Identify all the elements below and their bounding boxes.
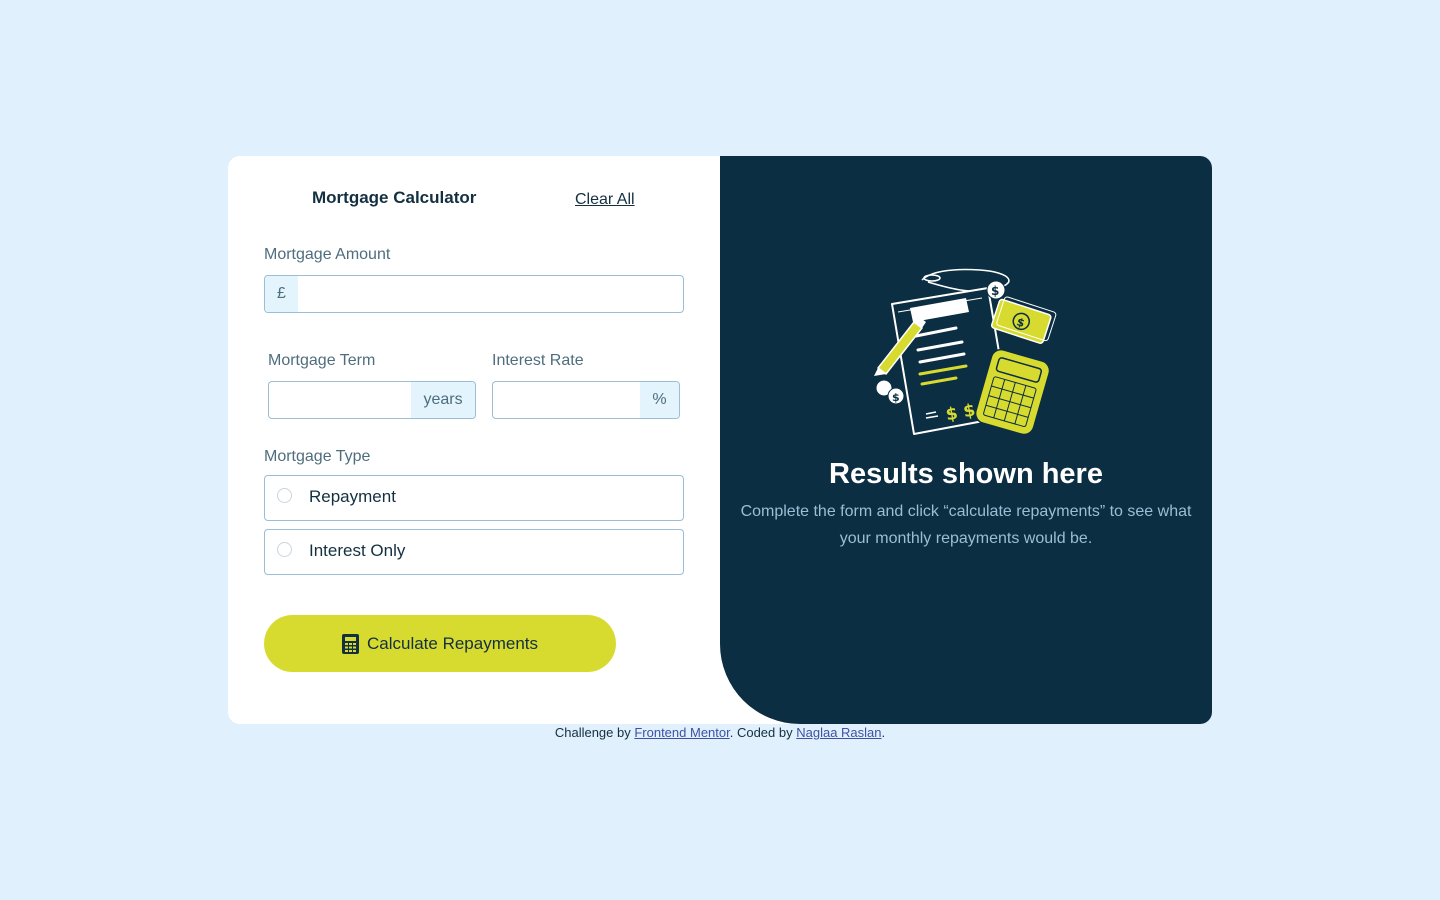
interest-rate-input[interactable] bbox=[493, 382, 640, 418]
attribution: Challenge by Frontend Mentor. Coded by N… bbox=[0, 724, 1440, 742]
clear-all-link[interactable]: Clear All bbox=[575, 188, 635, 212]
results-panel: $ $ $ $ $ $ Results shown here Complete … bbox=[720, 156, 1212, 724]
repayment-radio[interactable] bbox=[277, 488, 292, 503]
attribution-prefix: Challenge by bbox=[554, 725, 635, 740]
mortgage-term-label: Mortgage Term bbox=[268, 352, 376, 369]
radio-option-repayment[interactable]: Repayment bbox=[264, 475, 684, 521]
results-description: Complete the form and click “calculate r… bbox=[740, 503, 1192, 547]
attribution-suffix: . bbox=[881, 725, 886, 740]
interest-only-label: Interest Only bbox=[309, 541, 406, 560]
form-panel: Mortgage Calculator Clear All Mortgage A… bbox=[228, 156, 720, 724]
calculator-icon bbox=[341, 633, 359, 654]
mortgage-amount-input[interactable] bbox=[298, 276, 683, 312]
svg-text:$: $ bbox=[991, 284, 999, 298]
calculate-repayments-label: Calculate Repayments bbox=[366, 633, 539, 653]
currency-unit: £ bbox=[265, 276, 298, 312]
percent-unit: % bbox=[640, 382, 679, 418]
interest-only-radio[interactable] bbox=[277, 542, 292, 557]
results-title: Results shown here bbox=[829, 458, 1103, 490]
frontend-mentor-link[interactable]: Frontend Mentor bbox=[634, 725, 729, 740]
years-unit: years bbox=[411, 382, 475, 418]
attribution-middle: . Coded by bbox=[729, 725, 797, 740]
mortgage-amount-label: Mortgage Amount bbox=[264, 246, 391, 263]
mortgage-amount-field: £ bbox=[264, 275, 684, 313]
form-title: Mortgage Calculator bbox=[312, 188, 477, 207]
radio-option-interest-only[interactable]: Interest Only bbox=[264, 529, 684, 575]
calculator-card: Mortgage Calculator Clear All Mortgage A… bbox=[228, 156, 1212, 724]
interest-rate-field: % bbox=[492, 381, 680, 419]
repayment-label: Repayment bbox=[309, 487, 396, 506]
author-link[interactable]: Naglaa Raslan bbox=[796, 725, 881, 740]
interest-rate-label: Interest Rate bbox=[492, 352, 584, 369]
empty-results-illustration: $ $ $ $ $ $ bbox=[874, 268, 1057, 436]
mortgage-term-input[interactable] bbox=[269, 382, 411, 418]
calculate-repayments-button[interactable]: Calculate Repayments bbox=[264, 615, 616, 672]
svg-text:$: $ bbox=[892, 391, 900, 404]
mortgage-type-label: Mortgage Type bbox=[264, 448, 371, 465]
mortgage-term-field: years bbox=[268, 381, 476, 419]
